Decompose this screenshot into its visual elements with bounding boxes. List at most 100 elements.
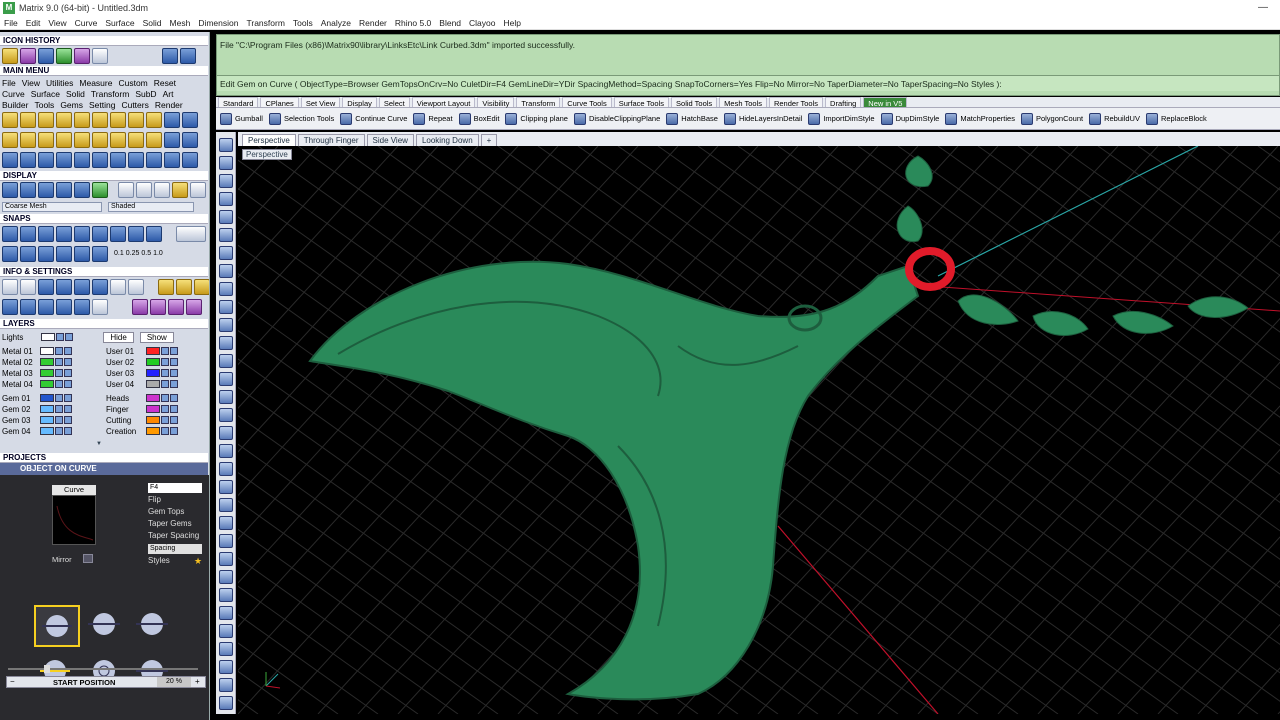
mirror-checkbox[interactable] — [83, 554, 93, 563]
layer-color-swatch[interactable] — [146, 380, 160, 388]
snap-tan-icon[interactable] — [92, 226, 108, 242]
plus-icon[interactable]: + — [195, 677, 200, 686]
grid-icon[interactable] — [128, 152, 144, 168]
forward-arrow-icon[interactable] — [180, 48, 196, 64]
pendant-model[interactable] — [308, 260, 920, 701]
snap-value-1[interactable]: 0.1 — [114, 246, 124, 262]
layer-manager-icon[interactable] — [20, 299, 36, 315]
menu-tools[interactable]: Tools — [289, 18, 317, 28]
snap-value-2[interactable]: 0.25 — [126, 246, 140, 262]
layer-lock-toggle[interactable] — [64, 405, 72, 413]
side-tool-icon[interactable] — [219, 372, 233, 386]
sphere-icon[interactable] — [190, 182, 206, 198]
taper-gems-option[interactable]: Taper Gems — [148, 519, 192, 528]
layer-color-swatch[interactable] — [146, 405, 160, 413]
tab-surface-tools[interactable]: Surface Tools — [613, 97, 670, 108]
side-tool-icon[interactable] — [219, 498, 233, 512]
side-tool-icon[interactable] — [219, 174, 233, 188]
info-icon[interactable] — [92, 279, 108, 295]
menu-rhino-5-0[interactable]: Rhino 5.0 — [391, 18, 435, 28]
gem-icon[interactable] — [20, 48, 36, 64]
move-icon[interactable] — [74, 152, 90, 168]
curve-icon[interactable] — [2, 48, 18, 64]
tab-visibility[interactable]: Visibility — [477, 97, 515, 108]
helix-icon[interactable] — [20, 132, 36, 148]
jump-ring[interactable] — [905, 247, 955, 291]
layer-color-swatch[interactable] — [40, 347, 54, 355]
side-tool-icon[interactable] — [219, 624, 233, 638]
tab-display[interactable]: Display — [342, 97, 377, 108]
layer-name[interactable]: User 01 — [106, 347, 144, 356]
layer-color-swatch[interactable] — [146, 416, 160, 424]
layer-visibility-toggle[interactable] — [161, 394, 169, 402]
expand-arrow-icon[interactable]: ▼ — [96, 441, 104, 447]
layer-name[interactable]: User 03 — [106, 369, 144, 378]
view-tab-side-view[interactable]: Side View — [366, 134, 414, 146]
sphere-icon[interactable] — [154, 182, 170, 198]
main-menu-curve[interactable]: Curve — [2, 89, 25, 99]
side-tool-icon[interactable] — [219, 390, 233, 404]
side-tool-icon[interactable] — [219, 192, 233, 206]
toolbar-hidelayersindetail-button[interactable]: HideLayersInDetail — [723, 112, 802, 125]
layer-visibility-toggle[interactable] — [55, 394, 63, 402]
ghosted-icon[interactable] — [56, 182, 72, 198]
spiral-icon[interactable] — [2, 132, 18, 148]
layer-lock-toggle[interactable] — [170, 380, 178, 388]
snap-quad-icon[interactable] — [110, 226, 126, 242]
info-icon[interactable] — [56, 279, 72, 295]
circle-icon[interactable] — [56, 112, 72, 128]
layer-lock-toggle[interactable] — [64, 427, 72, 435]
properties-icon[interactable] — [158, 279, 174, 295]
back-arrow-icon[interactable] — [162, 48, 178, 64]
toolbar-matchproperties-button[interactable]: MatchProperties — [945, 112, 1015, 125]
main-menu-builder[interactable]: Builder — [2, 100, 28, 110]
side-tool-icon[interactable] — [219, 156, 233, 170]
tab-mesh-tools[interactable]: Mesh Tools — [719, 97, 767, 108]
layer-name[interactable]: Cutting — [106, 416, 144, 425]
layer-visibility-toggle[interactable] — [161, 369, 169, 377]
layer-color-swatch[interactable] — [40, 427, 54, 435]
side-tool-icon[interactable] — [219, 354, 233, 368]
star-icon[interactable]: ★ — [194, 556, 202, 567]
layer-visibility-toggle[interactable] — [55, 347, 63, 355]
tab-solid-tools[interactable]: Solid Tools — [671, 97, 718, 108]
properties-icon[interactable] — [176, 279, 192, 295]
side-tool-icon[interactable] — [219, 588, 233, 602]
rendered-icon[interactable] — [38, 182, 54, 198]
side-tool-icon[interactable] — [219, 660, 233, 674]
split-icon[interactable] — [74, 132, 90, 148]
toolbar-repeat-button[interactable]: Repeat — [413, 112, 453, 125]
polyline-icon[interactable] — [20, 112, 36, 128]
main-menu-gems[interactable]: Gems — [60, 100, 83, 110]
toolbar-polygoncount-button[interactable]: PolygonCount — [1020, 112, 1083, 125]
layer-lock-toggle[interactable] — [64, 394, 72, 402]
pattern-icon[interactable] — [186, 299, 202, 315]
chain-link[interactable] — [1187, 296, 1249, 318]
sphere-icon[interactable] — [118, 182, 134, 198]
layer-visibility-toggle[interactable] — [161, 427, 169, 435]
snap-int-icon[interactable] — [56, 226, 72, 242]
snap-value-3[interactable]: 0.5 — [141, 246, 151, 262]
tab-cplanes[interactable]: CPlanes — [260, 97, 299, 108]
curve-preview[interactable] — [52, 495, 96, 545]
display-icon[interactable] — [92, 182, 108, 198]
circle-icon[interactable] — [182, 152, 198, 168]
side-tool-icon[interactable] — [219, 300, 233, 314]
chain-link[interactable] — [905, 155, 933, 188]
layer-lock-toggle[interactable] — [170, 369, 178, 377]
menu-file[interactable]: File — [0, 18, 22, 28]
ellipse-icon[interactable] — [74, 112, 90, 128]
curve-edit-icon[interactable] — [38, 132, 54, 148]
toolbar-disableclippingplane-button[interactable]: DisableClippingPlane — [573, 112, 660, 125]
side-tool-icon[interactable] — [219, 516, 233, 530]
sphere-icon[interactable] — [136, 182, 152, 198]
toolbar-gumball-button[interactable]: Gumball — [220, 112, 263, 125]
layer-visibility-toggle[interactable] — [55, 358, 63, 366]
layer-visibility-toggle[interactable] — [161, 416, 169, 424]
main-menu-view[interactable]: View — [22, 78, 40, 88]
offset-icon[interactable] — [128, 112, 144, 128]
snap-value-4[interactable]: 1.0 — [153, 246, 163, 262]
lights-swatch[interactable] — [41, 333, 56, 341]
layer-lock-toggle[interactable] — [170, 416, 178, 424]
side-tool-icon[interactable] — [219, 246, 233, 260]
